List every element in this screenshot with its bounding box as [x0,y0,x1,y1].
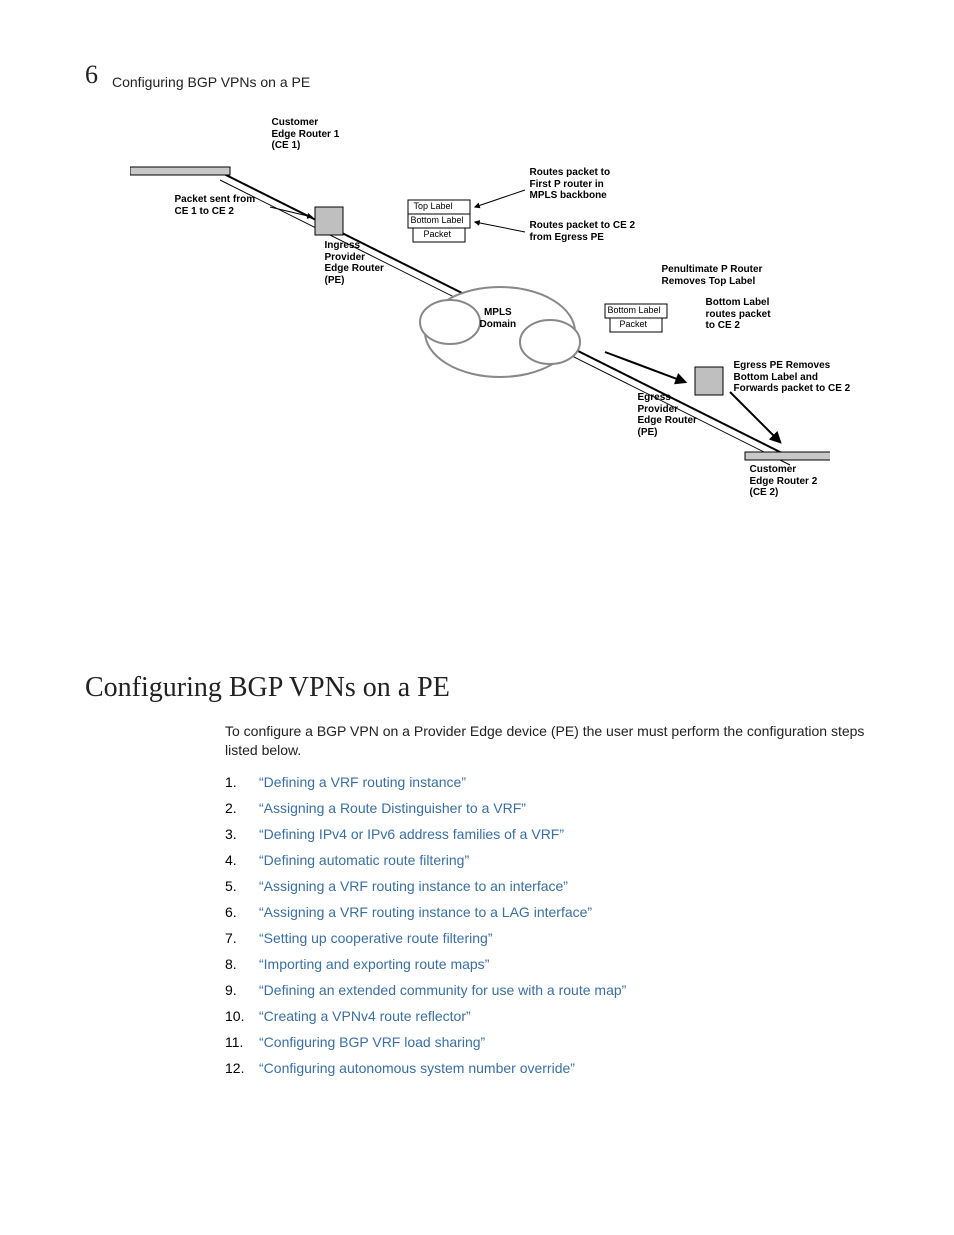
step-link[interactable]: Assigning a VRF routing instance to an i… [259,878,568,894]
list-item: Configuring BGP VRF load sharing [225,1034,874,1050]
mpls-vpn-diagram: Customer Edge Router 1 (CE 1) Packet sen… [130,112,830,532]
step-link[interactable]: Setting up cooperative route filtering [259,930,492,946]
label-bottom-label-2: Bottom Label [608,305,661,315]
section-heading: Configuring BGP VPNs on a PE [85,672,874,704]
list-item: Defining a VRF routing instance [225,774,874,790]
step-link[interactable]: Importing and exporting route maps [259,956,489,972]
step-link[interactable]: Configuring autonomous system number ove… [259,1060,575,1076]
list-item: Configuring autonomous system number ove… [225,1060,874,1076]
label-mpls-domain: MPLS Domain [480,307,517,330]
running-header: 6 Configuring BGP VPNs on a PE [85,60,874,90]
label-packet-2: Packet [620,319,648,329]
label-ingress-pe: Ingress Provider Edge Router (PE) [325,240,384,286]
chapter-number: 6 [85,60,98,90]
label-egress-pe: Egress Provider Edge Router (PE) [638,392,697,438]
label-penultimate: Penultimate P Router Removes Top Label [662,264,763,287]
label-ce1: Customer Edge Router 1 (CE 1) [272,117,340,152]
list-item: Assigning a Route Distinguisher to a VRF [225,800,874,816]
running-title: Configuring BGP VPNs on a PE [112,74,310,90]
step-link[interactable]: Defining automatic route filtering [259,852,469,868]
step-link[interactable]: Defining an extended community for use w… [259,982,626,998]
step-link[interactable]: Defining a VRF routing instance [259,774,466,790]
step-link[interactable]: Defining IPv4 or IPv6 address families o… [259,826,564,842]
label-top-label: Top Label [414,201,453,211]
label-ce2: Customer Edge Router 2 (CE 2) [750,464,818,499]
label-routes-first-p: Routes packet to First P router in MPLS … [530,167,611,202]
label-egress-removes: Egress PE Removes Bottom Label and Forwa… [734,360,851,395]
intro-paragraph: To configure a BGP VPN on a Provider Edg… [225,722,874,760]
label-packet-1: Packet [424,229,452,239]
list-item: Assigning a VRF routing instance to an i… [225,878,874,894]
step-link[interactable]: Assigning a Route Distinguisher to a VRF [259,800,526,816]
step-link[interactable]: Configuring BGP VRF load sharing [259,1034,485,1050]
step-link[interactable]: Assigning a VRF routing instance to a LA… [259,904,592,920]
list-item: Importing and exporting route maps [225,956,874,972]
label-routes-ce2-egress: Routes packet to CE 2 from Egress PE [530,220,636,243]
list-item: Creating a VPNv4 route reflector [225,1008,874,1024]
list-item: Setting up cooperative route filtering [225,930,874,946]
step-link[interactable]: Creating a VPNv4 route reflector [259,1008,471,1024]
list-item: Defining IPv4 or IPv6 address families o… [225,826,874,842]
label-packet-sent: Packet sent from CE 1 to CE 2 [175,194,256,217]
list-item: Defining automatic route filtering [225,852,874,868]
label-bottom-label-1: Bottom Label [411,215,464,225]
steps-list: Defining a VRF routing instance Assignin… [225,774,874,1076]
list-item: Assigning a VRF routing instance to a LA… [225,904,874,920]
list-item: Defining an extended community for use w… [225,982,874,998]
label-bottom-routes-ce2: Bottom Label routes packet to CE 2 [706,297,771,332]
